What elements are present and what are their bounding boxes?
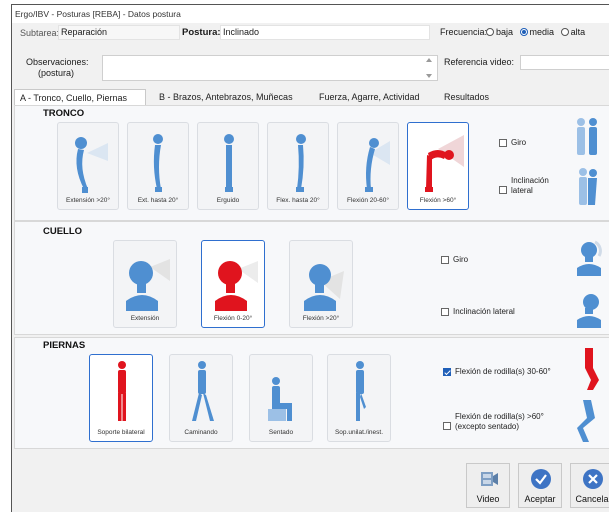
subtarea-label: Subtarea: bbox=[20, 28, 60, 38]
tronco-option-label: Flexión >60° bbox=[419, 197, 457, 204]
tronco-option-label: Ext. hasta 20° bbox=[137, 197, 179, 204]
video-icon bbox=[481, 472, 498, 486]
piernas-option-sentado[interactable]: Sentado bbox=[249, 354, 313, 442]
tronco-option-label: Flexión 20-60° bbox=[347, 197, 389, 204]
radio-baja[interactable] bbox=[486, 28, 494, 36]
postura-field[interactable]: Inclinado bbox=[220, 25, 430, 40]
video-button[interactable]: Video bbox=[466, 463, 510, 508]
cuello-giro-checkbox[interactable] bbox=[441, 256, 449, 264]
neck-rotation-icon bbox=[577, 240, 602, 276]
radio-alta[interactable] bbox=[560, 28, 569, 36]
torso-rotation-icon bbox=[577, 118, 597, 155]
rodilla-30-60-checkbox[interactable] bbox=[443, 368, 451, 376]
tronco-inclinacion-label-2: lateral bbox=[511, 186, 533, 195]
radio-media[interactable] bbox=[519, 28, 528, 36]
subtarea-value: Reparación bbox=[61, 27, 108, 37]
tronco-option-flexion-20-60[interactable]: Flexión 20-60° bbox=[337, 122, 399, 210]
cancel-label: Cancela bbox=[575, 494, 609, 504]
referencia-video-label: Referencia video: bbox=[444, 57, 515, 67]
posture-dialog: Ergo/IBV - Posturas [REBA] - Datos postu… bbox=[11, 4, 609, 512]
cuello-option-label: Extensión bbox=[130, 315, 160, 322]
subtarea-field[interactable]: Reparación bbox=[58, 25, 180, 40]
frecuencia-options: baja media alta bbox=[482, 27, 585, 37]
tronco-panel: TRONCO Extensión >20° Ext. hasta 20° Erg… bbox=[14, 105, 609, 221]
rodilla-60-checkbox[interactable] bbox=[443, 422, 451, 430]
tronco-inclinacion-checkbox[interactable] bbox=[499, 186, 507, 194]
accept-button[interactable]: Aceptar bbox=[518, 463, 562, 508]
tronco-option-label: Erguido bbox=[216, 197, 240, 204]
close-icon bbox=[583, 469, 603, 489]
tronco-giro-label: Giro bbox=[511, 138, 527, 147]
frecuencia-label: Frecuencia: bbox=[440, 27, 488, 37]
checkmark-icon bbox=[531, 469, 551, 489]
cuello-option-label: Flexión >20° bbox=[302, 315, 340, 322]
cuello-inclinacion-checkbox[interactable] bbox=[441, 308, 449, 316]
tronco-inclinacion-label-1: Inclinación bbox=[511, 176, 549, 185]
piernas-option-sop-unilateral[interactable]: Sop.unilat./inest. bbox=[327, 354, 391, 442]
rodilla-60-label-1: Flexión de rodilla(s) >60° bbox=[455, 412, 544, 421]
tronco-option-label: Flex. hasta 20° bbox=[276, 197, 320, 204]
tronco-option-ext-hasta-20[interactable]: Ext. hasta 20° bbox=[127, 122, 189, 210]
observaciones-scrollbar[interactable] bbox=[425, 56, 433, 82]
piernas-option-label: Sentado bbox=[268, 429, 294, 436]
postura-value: Inclinado bbox=[223, 27, 260, 37]
cuello-option-label: Flexión 0-20° bbox=[213, 315, 253, 322]
piernas-option-caminando[interactable]: Caminando bbox=[169, 354, 233, 442]
cuello-panel: CUELLO Extensión Flexión 0-20° Flexión >… bbox=[14, 221, 609, 335]
radio-alta-label: alta bbox=[570, 27, 586, 37]
tronco-option-extension-20[interactable]: Extensión >20° bbox=[57, 122, 119, 210]
tab-fuerza[interactable]: Fuerza, Agarre, Actividad bbox=[314, 89, 439, 105]
rodilla-30-60-label: Flexión de rodilla(s) 30-60° bbox=[455, 367, 551, 376]
tronco-option-label: Extensión >20° bbox=[66, 197, 110, 204]
cuello-giro-label: Giro bbox=[453, 255, 469, 264]
tab-tronco-cuello-piernas[interactable]: A - Tronco, Cuello, Piernas bbox=[14, 89, 146, 105]
cuello-option-flexion-0-20[interactable]: Flexión 0-20° bbox=[201, 240, 265, 328]
observaciones-input[interactable] bbox=[102, 55, 438, 81]
referencia-video-input[interactable] bbox=[520, 55, 609, 70]
video-label: Video bbox=[476, 494, 500, 504]
piernas-option-label: Soporte bilateral bbox=[97, 429, 145, 436]
cancel-button[interactable]: Cancela bbox=[570, 463, 609, 508]
radio-baja-label: baja bbox=[496, 27, 514, 37]
piernas-option-soporte-bilateral[interactable]: Soporte bilateral bbox=[89, 354, 153, 442]
tab-resultados[interactable]: Resultados bbox=[439, 89, 507, 105]
piernas-option-label: Sop.unilat./inest. bbox=[334, 429, 384, 436]
knee-flex-30-60-icon bbox=[585, 348, 599, 390]
rodilla-60-label-2: (excepto sentado) bbox=[455, 422, 520, 431]
torso-lateral-icon bbox=[579, 168, 597, 205]
knee-flex-60-icon bbox=[577, 400, 595, 442]
cuello-title: CUELLO bbox=[43, 226, 83, 237]
piernas-panel: PIERNAS Soporte bilateral Caminando Sent… bbox=[14, 337, 609, 449]
cuello-inclinacion-label: Inclinación lateral bbox=[453, 307, 515, 316]
cuello-option-extension[interactable]: Extensión bbox=[113, 240, 177, 328]
tronco-option-erguido[interactable]: Erguido bbox=[197, 122, 259, 210]
accept-label: Aceptar bbox=[524, 494, 556, 504]
piernas-title: PIERNAS bbox=[43, 340, 86, 351]
window-title: Ergo/IBV - Posturas [REBA] - Datos postu… bbox=[12, 5, 609, 23]
cuello-option-flexion-20[interactable]: Flexión >20° bbox=[289, 240, 353, 328]
observaciones-label: Observaciones: bbox=[26, 57, 89, 67]
neck-lateral-icon bbox=[577, 294, 601, 328]
piernas-option-label: Caminando bbox=[184, 429, 218, 436]
postura-label: Postura: bbox=[182, 27, 221, 38]
tronco-title: TRONCO bbox=[43, 108, 85, 119]
tab-brazos[interactable]: B - Brazos, Antebrazos, Muñecas bbox=[154, 89, 304, 105]
tronco-giro-checkbox[interactable] bbox=[499, 139, 507, 147]
observaciones-sublabel: (postura) bbox=[38, 68, 75, 78]
tronco-option-flexion-60[interactable]: Flexión >60° bbox=[407, 122, 469, 210]
radio-media-label: media bbox=[529, 27, 555, 37]
tronco-option-flex-hasta-20[interactable]: Flex. hasta 20° bbox=[267, 122, 329, 210]
